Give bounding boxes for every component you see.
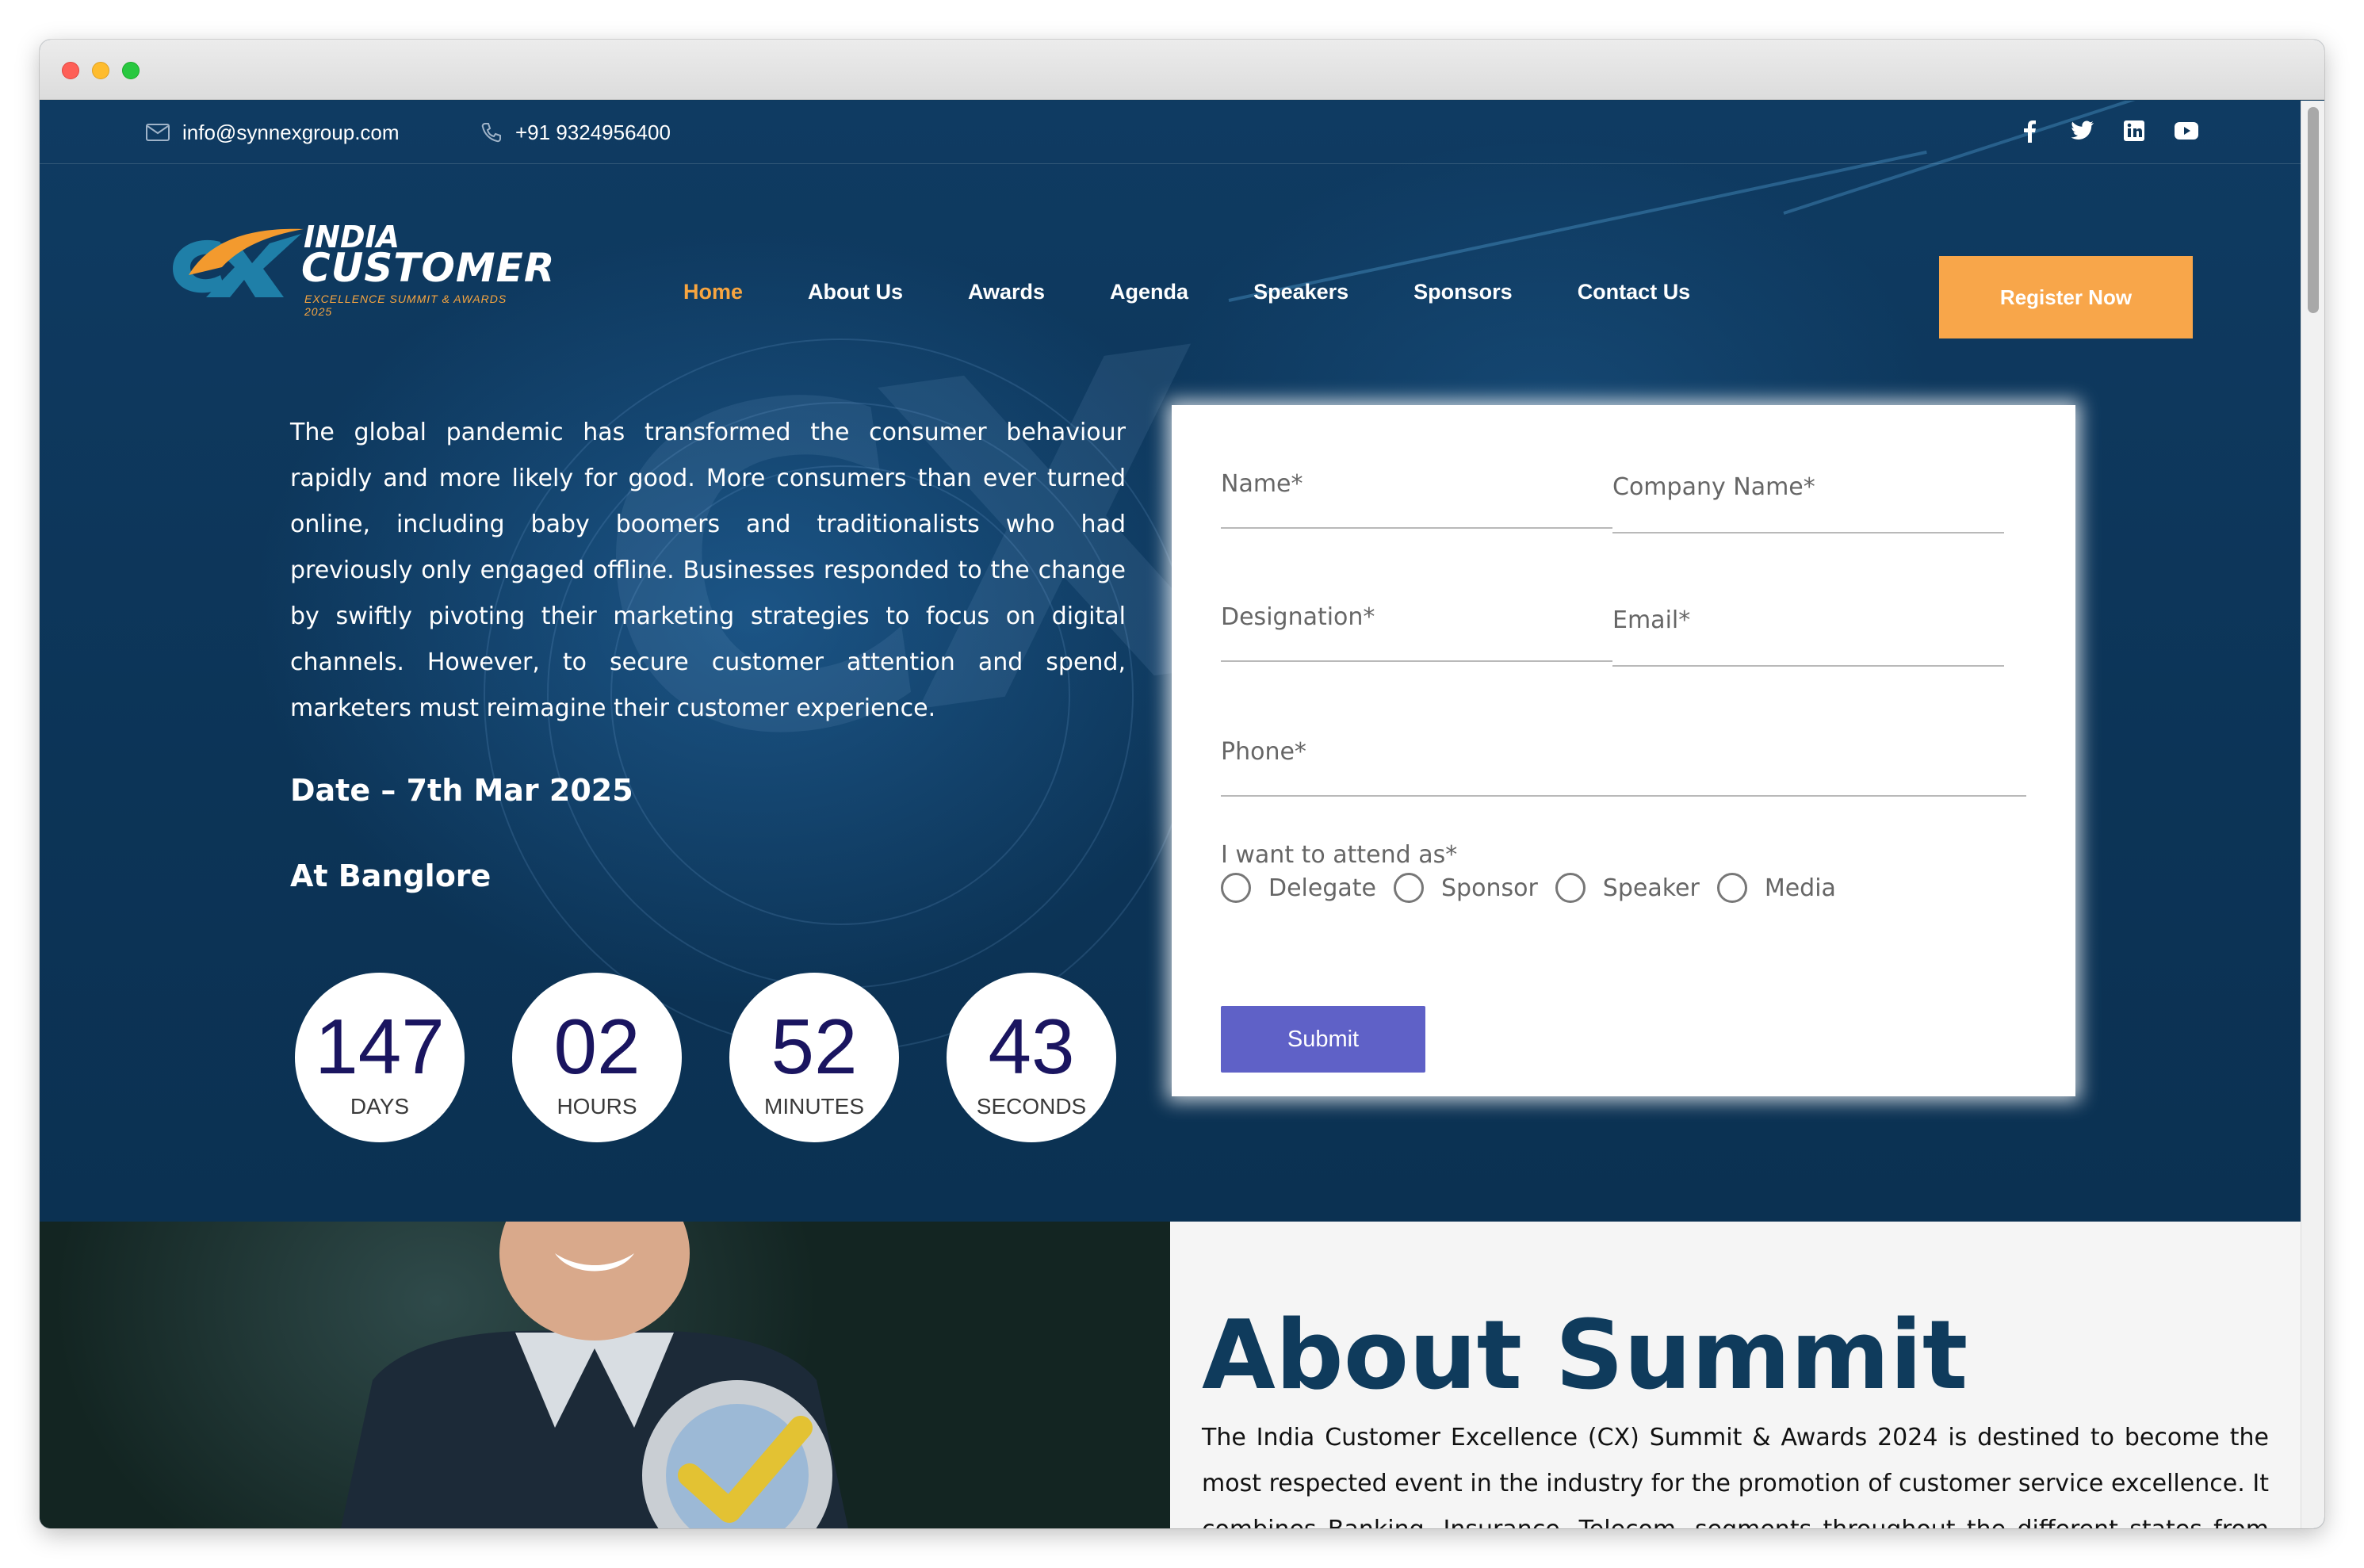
countdown-days: 147 DAYS: [295, 973, 465, 1142]
social-links: [2017, 118, 2199, 143]
email-field-placeholder: Email*: [1612, 606, 1691, 634]
nav-item-speakers[interactable]: Speakers: [1253, 280, 1348, 304]
event-date: Date – 7th Mar 2025: [290, 773, 633, 808]
countdown-seconds: 43 SECONDS: [947, 973, 1116, 1142]
radio-speaker-label: Speaker: [1602, 874, 1700, 902]
radio-speaker-circle[interactable]: [1555, 873, 1586, 903]
nav-item-home[interactable]: Home: [683, 280, 743, 304]
event-location: At Banglore: [290, 859, 492, 893]
nav-item-contact-us[interactable]: Contact Us: [1578, 280, 1691, 304]
submit-button[interactable]: Submit: [1221, 1006, 1425, 1073]
countdown-seconds-label: SECONDS: [976, 1094, 1087, 1119]
register-now-button[interactable]: Register Now: [1939, 256, 2193, 338]
countdown-hours: 02 HOURS: [512, 973, 682, 1142]
phone-field-placeholder: Phone*: [1221, 738, 1306, 766]
attend-as-label: I want to attend as*: [1221, 841, 1458, 869]
company-name-field-placeholder: Company Name*: [1612, 473, 1815, 501]
about-summit-image: [40, 1222, 1170, 1528]
countdown-seconds-value: 43: [988, 1003, 1075, 1090]
countdown-minutes-value: 52: [771, 1003, 858, 1090]
radio-sponsor-label: Sponsor: [1441, 874, 1538, 902]
radio-delegate-label: Delegate: [1268, 874, 1376, 902]
hero-intro-text: The global pandemic has transformed the …: [290, 419, 1126, 722]
designation-field[interactable]: Designation*: [1221, 603, 1612, 662]
top-contact-bar: info@synnexgroup.com +91 9324956400: [40, 101, 2301, 164]
countdown-hours-value: 02: [553, 1003, 641, 1090]
email-text: info@synnexgroup.com: [182, 120, 400, 144]
phone-contact[interactable]: +91 9324956400: [480, 118, 671, 147]
radio-sponsor[interactable]: Sponsor: [1394, 873, 1538, 903]
page-viewport: CX info@synnexgroup.com +91 9324956400 I…: [40, 101, 2301, 1528]
radio-media-label: Media: [1764, 874, 1836, 902]
twitter-icon[interactable]: [2069, 118, 2094, 143]
page-scrollbar[interactable]: [2301, 101, 2324, 1528]
name-field[interactable]: Name*: [1221, 470, 1612, 529]
linkedin-icon[interactable]: [2121, 118, 2147, 143]
site-logo[interactable]: INDIA CUSTOMER EXCELLENCE SUMMIT & AWARD…: [165, 220, 554, 318]
radio-sponsor-circle[interactable]: [1394, 873, 1424, 903]
countdown-hours-label: HOURS: [557, 1094, 637, 1119]
radio-delegate-circle[interactable]: [1221, 873, 1251, 903]
nav-item-awards[interactable]: Awards: [968, 280, 1045, 304]
nav-item-sponsors[interactable]: Sponsors: [1413, 280, 1513, 304]
nav-item-about-us[interactable]: About Us: [808, 280, 903, 304]
email-field[interactable]: Email*: [1612, 606, 2004, 667]
radio-media[interactable]: Media: [1716, 873, 1836, 903]
about-summit-text: The India Customer Excellence (CX) Summi…: [1202, 1424, 2269, 1528]
email-contact[interactable]: info@synnexgroup.com: [146, 118, 400, 147]
phone-field[interactable]: Phone*: [1221, 738, 2026, 797]
name-field-placeholder: Name*: [1221, 470, 1303, 498]
browser-window: CX info@synnexgroup.com +91 9324956400 I…: [40, 40, 2324, 1528]
maximize-window-button[interactable]: [122, 62, 140, 79]
mail-icon: [146, 124, 170, 141]
minimize-window-button[interactable]: [92, 62, 109, 79]
radio-delegate[interactable]: Delegate: [1221, 873, 1376, 903]
designation-field-placeholder: Designation*: [1221, 603, 1375, 631]
countdown-minutes-label: MINUTES: [764, 1094, 864, 1119]
close-window-button[interactable]: [62, 62, 79, 79]
main-nav: Home About Us Awards Agenda Speakers Spo…: [683, 280, 1755, 304]
logo-line-2: CUSTOMER: [301, 245, 556, 291]
phone-icon: [481, 123, 501, 143]
businessman-photo-icon: [341, 1222, 848, 1528]
registration-form: Name* Company Name* Designation* Email* …: [1172, 405, 2075, 1096]
radio-speaker[interactable]: Speaker: [1555, 873, 1700, 903]
cx-logo-mark-icon: [173, 228, 304, 297]
facebook-icon[interactable]: [2017, 118, 2042, 143]
company-name-field[interactable]: Company Name*: [1612, 473, 2004, 534]
countdown-days-label: DAYS: [350, 1094, 410, 1119]
about-summit-panel: About Summit The India Customer Excellen…: [1170, 1222, 2301, 1528]
countdown-days-value: 147: [315, 1003, 445, 1090]
logo-tagline: EXCELLENCE SUMMIT & AWARDS 2025: [304, 293, 507, 318]
countdown-minutes: 52 MINUTES: [729, 973, 899, 1142]
attend-as-options: Delegate Sponsor Speaker Media: [1221, 873, 1853, 903]
window-titlebar: [40, 40, 2324, 100]
youtube-icon[interactable]: [2174, 118, 2199, 143]
nav-item-agenda[interactable]: Agenda: [1110, 280, 1188, 304]
radio-media-circle[interactable]: [1716, 873, 1747, 903]
hero-section: CX info@synnexgroup.com +91 9324956400 I…: [40, 101, 2301, 1222]
scrollbar-thumb[interactable]: [2308, 107, 2319, 313]
phone-text: +91 9324956400: [515, 120, 671, 144]
about-summit-title: About Summit: [1202, 1301, 1968, 1411]
